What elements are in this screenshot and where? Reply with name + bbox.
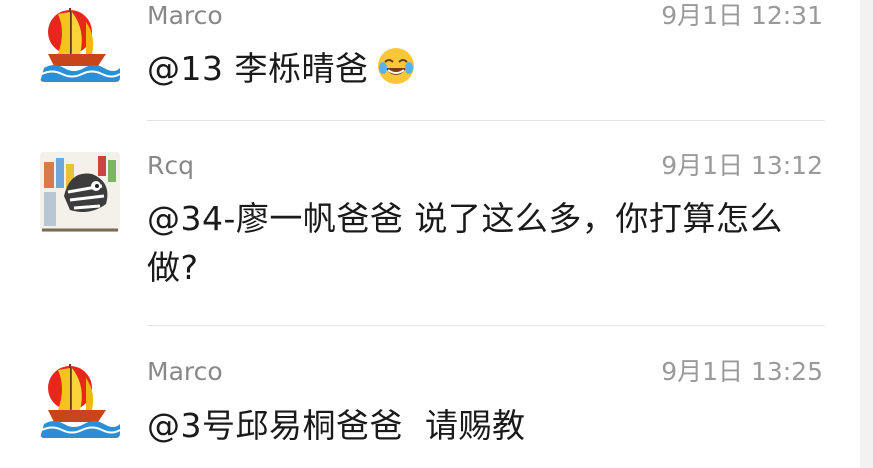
junk-ship-icon — [40, 358, 120, 438]
right-edge-strip — [860, 0, 873, 468]
comment-item: Rcq 9月1日 13:12 @34-廖一帆爸爸 说了这么多，你打算怎么做? — [0, 122, 860, 327]
junk-ship-icon — [40, 2, 120, 82]
comment-time: 9月1日 12:31 — [661, 1, 823, 30]
avatar[interactable] — [40, 358, 120, 438]
drawing-avatar-icon — [40, 152, 120, 232]
comment-text: @13 李栎晴爸 — [147, 44, 823, 93]
comment-time: 9月1日 13:12 — [661, 151, 823, 180]
laughing-crying-emoji-icon — [376, 46, 416, 86]
avatar[interactable] — [40, 152, 120, 232]
comment-text: @34-廖一帆爸爸 说了这么多，你打算怎么做? — [147, 199, 783, 287]
divider — [147, 325, 825, 326]
comment-text-content: @13 李栎晴爸 — [147, 49, 369, 88]
comment-author[interactable]: Marco — [147, 0, 223, 32]
comment-time: 9月1日 13:25 — [661, 357, 823, 386]
comment-item: Marco 9月1日 13:25 @3号邱易桐爸爸 请赐教 — [0, 327, 860, 468]
comment-item: Marco 9月1日 12:31 @13 李栎晴爸 — [0, 0, 860, 122]
comment-text: @3号邱易桐爸爸 请赐教 — [147, 406, 526, 445]
comment-author[interactable]: Marco — [147, 356, 223, 388]
comment-author[interactable]: Rcq — [147, 150, 194, 182]
avatar[interactable] — [40, 2, 120, 82]
divider — [147, 120, 825, 121]
